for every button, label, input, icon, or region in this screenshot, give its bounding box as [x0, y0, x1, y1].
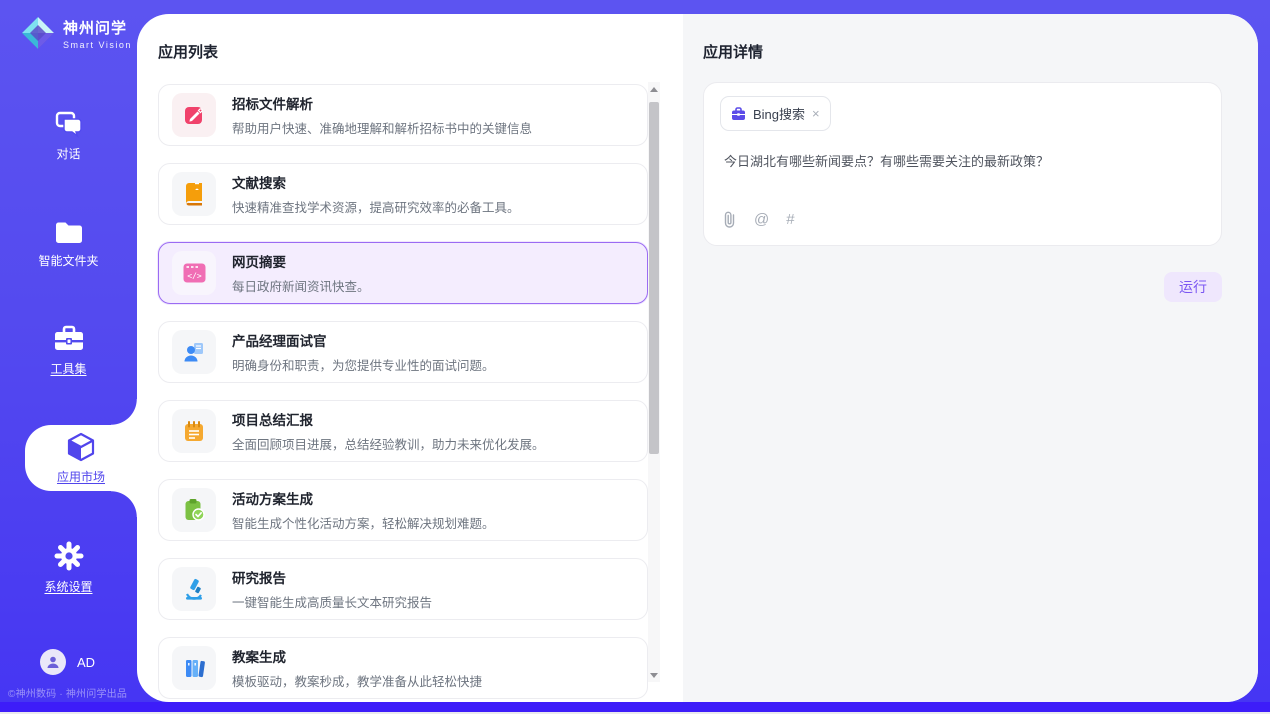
scrollbar-thumb[interactable] [649, 102, 659, 454]
app-card-event-plan[interactable]: 活动方案生成 智能生成个性化活动方案，轻松解决规划难题。 [158, 479, 648, 541]
gear-icon [54, 541, 84, 571]
app-icon-tile [172, 172, 216, 216]
user-account[interactable]: AD [40, 649, 95, 675]
hash-icon[interactable]: # [786, 211, 794, 228]
app-card-lesson-plan[interactable]: 教案生成 模板驱动，教案秒成，教学准备从此轻松快捷 [158, 637, 648, 699]
scroll-up-button[interactable] [648, 82, 660, 96]
sidebar: 神州问学 Smart Vision 对话 智能文件夹 [0, 0, 137, 702]
app-detail-title: 应用详情 [703, 41, 763, 62]
browser-code-icon: </> [182, 262, 207, 284]
paperclip-icon[interactable] [722, 211, 737, 228]
chat-icon [54, 110, 84, 138]
tool-chip-bing-search[interactable]: Bing搜索 × [720, 96, 831, 131]
brand-logo: 神州问学 Smart Vision [20, 15, 132, 51]
app-description: 智能生成个性化活动方案，轻松解决规划难题。 [232, 513, 495, 532]
app-icon-tile [172, 488, 216, 532]
composer-toolbar: @ # [722, 211, 795, 228]
app-name: 活动方案生成 [232, 488, 495, 508]
app-icon-tile [172, 567, 216, 611]
sidebar-item-toolset[interactable]: 工具集 [0, 325, 137, 377]
app-card-project-summary[interactable]: 项目总结汇报 全面回顾项目进展，总结经验教训，助力未来优化发展。 [158, 400, 648, 462]
sidebar-item-label: 系统设置 [44, 578, 92, 595]
sidebar-item-label: 对话 [56, 145, 80, 162]
run-button[interactable]: 运行 [1164, 272, 1222, 302]
sidebar-item-label: 应用市场 [57, 468, 105, 485]
person-icon [46, 655, 60, 669]
app-description: 全面回顾项目进展，总结经验教训，助力未来优化发展。 [232, 434, 545, 453]
sidebar-item-label: 工具集 [50, 360, 86, 377]
microscope-icon [182, 577, 206, 601]
toolbox-icon [53, 325, 85, 353]
prompt-input[interactable]: 今日湖北有哪些新闻要点？有哪些需要关注的最新政策？ [724, 151, 1194, 170]
app-description: 明确身份和职责，为您提供专业性的面试问题。 [232, 355, 495, 374]
at-icon[interactable]: @ [754, 211, 769, 228]
app-icon-tile [172, 93, 216, 137]
app-list: 招标文件解析 帮助用户快速、准确地理解和解析招标书中的关键信息 文献搜索 [158, 84, 648, 699]
app-icon-tile [172, 409, 216, 453]
report-note-icon [183, 420, 205, 443]
app-list-title: 应用列表 [158, 41, 218, 62]
app-description: 每日政府新闻资讯快查。 [232, 276, 370, 295]
clipboard-check-icon [183, 498, 205, 522]
app-icon-tile [172, 646, 216, 690]
sidebar-item-label: 智能文件夹 [38, 252, 98, 269]
bottom-accent-strip [0, 702, 1270, 712]
user-name: AD [77, 655, 95, 670]
app-card-literature-search[interactable]: 文献搜索 快速精准查找学术资源，提高研究效率的必备工具。 [158, 163, 648, 225]
app-name: 研究报告 [232, 567, 432, 587]
interviewer-icon [182, 340, 206, 364]
app-description: 快速精准查找学术资源，提高研究效率的必备工具。 [232, 197, 520, 216]
cube-icon [66, 432, 96, 462]
books-icon [182, 656, 206, 680]
folder-icon [54, 220, 84, 245]
chip-close-icon[interactable]: × [812, 107, 820, 120]
sidebar-item-smart-folder[interactable]: 智能文件夹 [0, 220, 137, 269]
diamond-logo-icon [20, 15, 56, 51]
arrow-down-icon [650, 673, 658, 678]
list-scrollbar[interactable] [648, 82, 660, 682]
document-edit-icon [182, 103, 206, 127]
arrow-up-icon [650, 87, 658, 92]
app-name: 项目总结汇报 [232, 409, 545, 429]
scroll-down-button[interactable] [648, 668, 660, 682]
svg-text:</>: </> [187, 272, 202, 281]
tool-chip-label: Bing搜索 [753, 104, 805, 123]
app-window: 神州问学 Smart Vision 对话 智能文件夹 [0, 0, 1270, 714]
app-description: 模板驱动，教案秒成，教学准备从此轻松快捷 [232, 671, 482, 690]
briefcase-icon [731, 107, 746, 121]
app-name: 招标文件解析 [232, 93, 532, 113]
app-name: 文献搜索 [232, 172, 520, 192]
main-content: 应用列表 招标文件解析 帮助用户快速、准确地理解和解析招标书中的关键信息 [137, 14, 1258, 702]
app-card-bid-document-parsing[interactable]: 招标文件解析 帮助用户快速、准确地理解和解析招标书中的关键信息 [158, 84, 648, 146]
app-name: 网页摘要 [232, 251, 370, 271]
app-card-pm-interviewer[interactable]: 产品经理面试官 明确身份和职责，为您提供专业性的面试问题。 [158, 321, 648, 383]
app-icon-tile [172, 330, 216, 374]
sidebar-item-app-market[interactable]: 应用市场 [25, 425, 137, 491]
copyright-text: ©神州数码 · 神州问学出品 [0, 685, 137, 700]
sidebar-item-settings[interactable]: 系统设置 [0, 541, 137, 595]
app-description: 帮助用户快速、准确地理解和解析招标书中的关键信息 [232, 118, 532, 137]
app-detail-panel: 应用详情 Bing搜索 × 今日湖北有哪些新闻要点？有哪些需要关注的最新政策？ [683, 14, 1258, 702]
app-description: 一键智能生成高质量长文本研究报告 [232, 592, 432, 611]
app-card-research-report[interactable]: 研究报告 一键智能生成高质量长文本研究报告 [158, 558, 648, 620]
book-icon [183, 182, 205, 206]
app-card-web-summary[interactable]: </> 网页摘要 每日政府新闻资讯快查。 [158, 242, 648, 304]
brand-tagline: Smart Vision [63, 40, 132, 50]
sidebar-item-chat[interactable]: 对话 [0, 110, 137, 162]
app-name: 教案生成 [232, 646, 482, 666]
app-icon-tile: </> [172, 251, 216, 295]
avatar [40, 649, 66, 675]
prompt-card: Bing搜索 × 今日湖北有哪些新闻要点？有哪些需要关注的最新政策？ @ # [703, 82, 1222, 246]
brand-name: 神州问学 [63, 17, 132, 38]
app-name: 产品经理面试官 [232, 330, 495, 350]
